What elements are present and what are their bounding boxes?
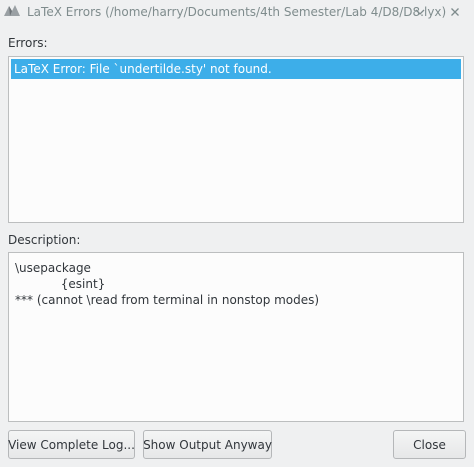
chevron-down-icon[interactable] — [410, 2, 430, 22]
close-button[interactable]: Close — [393, 430, 466, 459]
latex-errors-dialog: LaTeX Errors (/home/harry/Documents/4th … — [0, 0, 474, 467]
description-label: Description: — [8, 233, 81, 247]
title-bar: LaTeX Errors (/home/harry/Documents/4th … — [0, 0, 474, 26]
list-item[interactable]: LaTeX Error: File `undertilde.sty' not f… — [11, 59, 461, 79]
show-output-anyway-button[interactable]: Show Output Anyway — [143, 430, 272, 459]
lyx-app-icon — [3, 3, 21, 19]
view-complete-log-button[interactable]: View Complete Log... — [8, 430, 135, 459]
window-title: LaTeX Errors (/home/harry/Documents/4th … — [27, 5, 447, 19]
errors-label: Errors: — [8, 36, 48, 50]
description-line: {esint} — [15, 277, 106, 291]
errors-list[interactable]: LaTeX Error: File `undertilde.sty' not f… — [8, 56, 464, 223]
description-text[interactable]: \usepackage {esint} *** (cannot \read fr… — [8, 252, 464, 422]
description-line: *** (cannot \read from terminal in nonst… — [15, 293, 320, 307]
close-icon[interactable] — [445, 2, 465, 22]
description-line: \usepackage — [15, 261, 91, 275]
